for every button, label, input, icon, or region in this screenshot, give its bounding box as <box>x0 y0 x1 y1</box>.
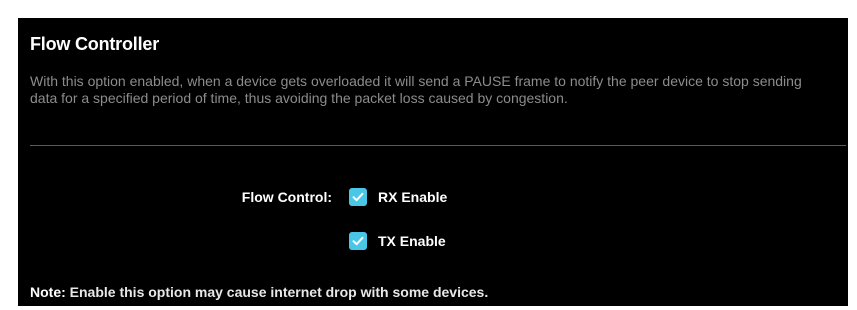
rx-enable-checkbox[interactable] <box>349 188 367 206</box>
rx-enable-option[interactable]: RX Enable <box>349 188 447 206</box>
checkmark-icon <box>352 192 364 202</box>
section-title: Flow Controller <box>30 34 159 54</box>
note: Note: Enable this option may cause inter… <box>30 284 488 300</box>
tx-enable-option[interactable]: TX Enable <box>349 232 446 250</box>
rx-enable-label: RX Enable <box>378 189 448 205</box>
divider <box>30 145 846 146</box>
flow-control-label: Flow Control: <box>241 189 332 205</box>
note-text: Enable this option may cause internet dr… <box>65 284 489 300</box>
checkmark-icon <box>352 236 364 246</box>
note-prefix: Note: <box>30 284 66 300</box>
tx-enable-label: TX Enable <box>378 233 446 249</box>
section-description: With this option enabled, when a device … <box>30 73 802 106</box>
tx-enable-checkbox[interactable] <box>349 232 367 250</box>
flow-controller-panel: Flow Controller With this option enabled… <box>18 18 848 306</box>
